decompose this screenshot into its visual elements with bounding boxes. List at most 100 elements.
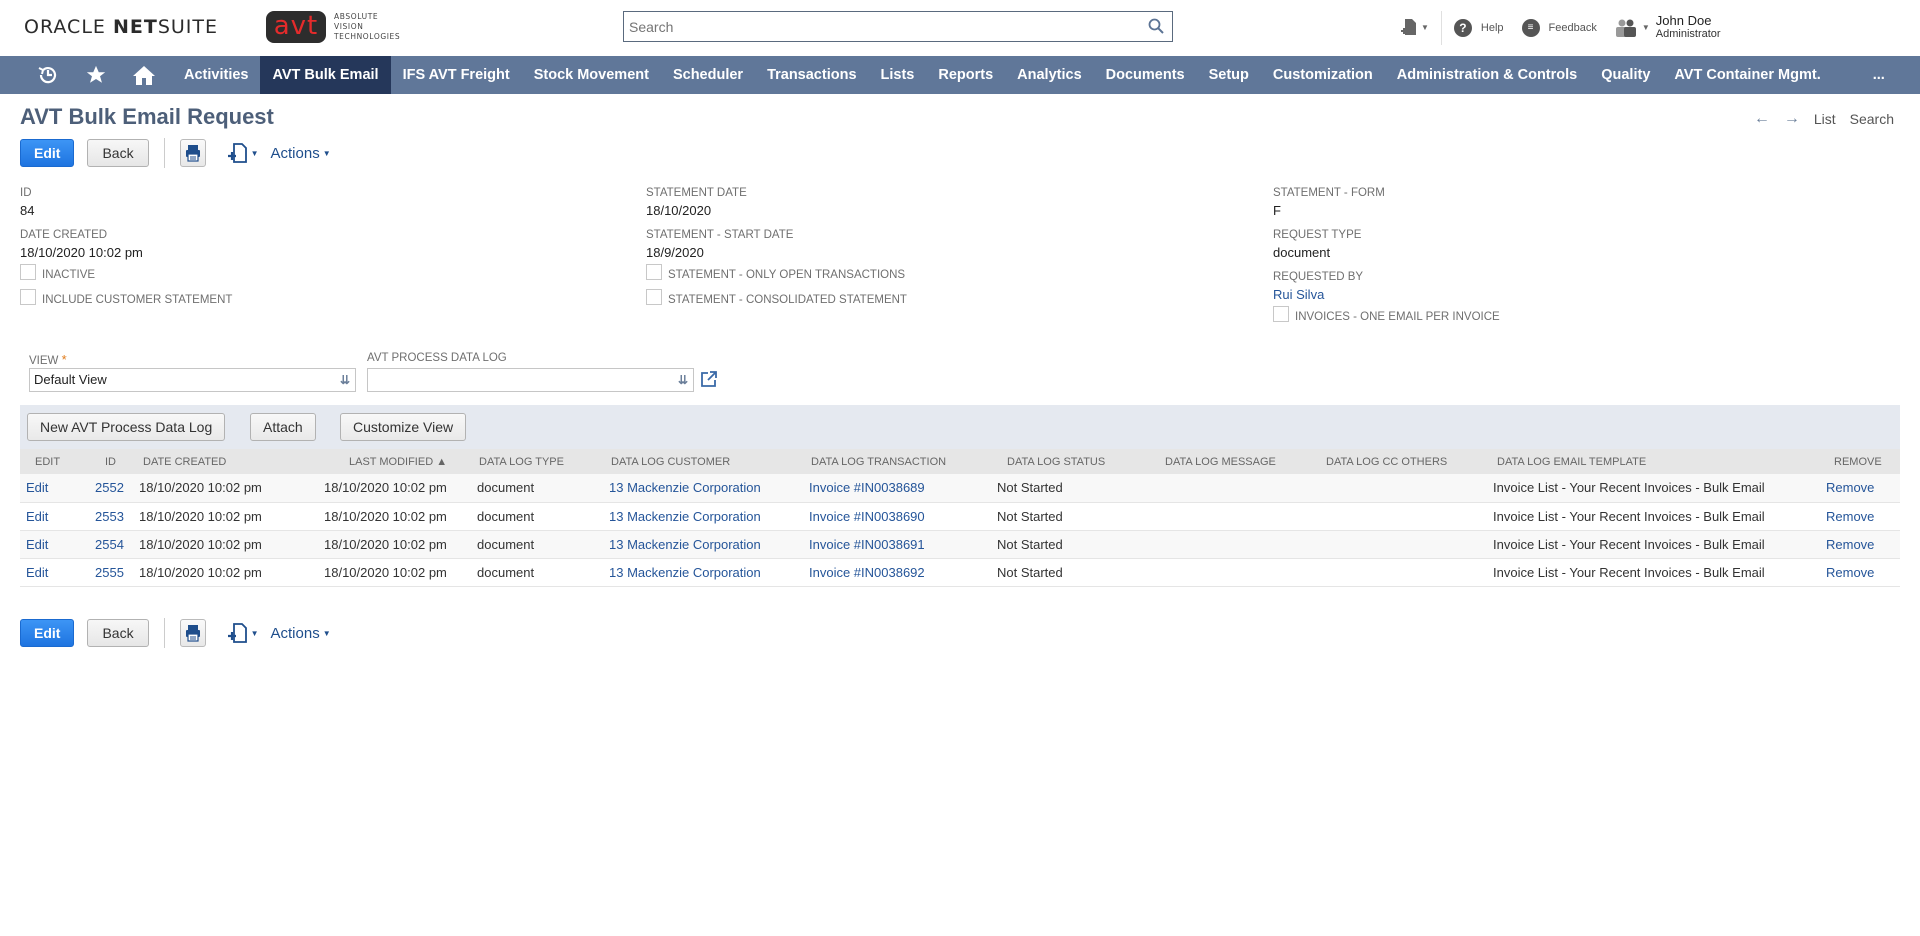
- nav-item-reports[interactable]: Reports: [926, 56, 1005, 94]
- oracle-netsuite-logo[interactable]: ORACLE NETSUITE: [24, 16, 218, 38]
- field-column-3: STATEMENT - FORM F REQUEST TYPE document…: [1273, 186, 1500, 332]
- row-email-template: Invoice List - Your Recent Invoices - Bu…: [1481, 530, 1826, 559]
- nav-item-quality[interactable]: Quality: [1589, 56, 1662, 94]
- row-id-link[interactable]: 2553: [95, 502, 136, 531]
- nav-item-scheduler[interactable]: Scheduler: [661, 56, 755, 94]
- row-remove-link[interactable]: Remove: [1826, 502, 1900, 531]
- back-button-bottom[interactable]: Back: [87, 619, 149, 647]
- help-button[interactable]: ? Help: [1453, 18, 1504, 37]
- nav-item-activities[interactable]: Activities: [172, 56, 260, 94]
- nav-item-analytics[interactable]: Analytics: [1005, 56, 1093, 94]
- nav-item-stock-movement[interactable]: Stock Movement: [522, 56, 661, 94]
- row-remove-link[interactable]: Remove: [1826, 530, 1900, 559]
- create-new-button[interactable]: ▼: [1400, 18, 1429, 38]
- nav-item-customization[interactable]: Customization: [1261, 56, 1385, 94]
- shortcuts-button[interactable]: [72, 56, 120, 94]
- caret-down-icon: ▼: [322, 628, 331, 638]
- new-avt-process-data-log-button[interactable]: New AVT Process Data Log: [27, 413, 226, 441]
- column-header-data-log-message[interactable]: DATA LOG MESSAGE: [1149, 449, 1309, 474]
- row-edit-link[interactable]: Edit: [20, 530, 95, 559]
- column-header-data-log-email-template[interactable]: DATA LOG EMAIL TEMPLATE: [1481, 449, 1826, 474]
- nav-item-avt-container-mgmt[interactable]: AVT Container Mgmt.: [1662, 56, 1832, 94]
- view-select[interactable]: Default View ⇊: [29, 368, 356, 392]
- row-transaction-link[interactable]: Invoice #IN0038689: [801, 474, 991, 503]
- row-customer-link[interactable]: 13 Mackenzie Corporation: [601, 502, 801, 531]
- attach-button[interactable]: Attach: [250, 413, 316, 441]
- nav-item-documents[interactable]: Documents: [1094, 56, 1197, 94]
- row-edit-link[interactable]: Edit: [20, 502, 95, 531]
- column-header-remove[interactable]: REMOVE: [1826, 449, 1900, 474]
- column-header-edit[interactable]: EDIT: [20, 449, 95, 474]
- new-document-button[interactable]: ▼: [227, 142, 259, 164]
- search-link[interactable]: Search: [1850, 111, 1894, 127]
- row-last-modified: 18/10/2020 10:02 pm: [304, 502, 469, 531]
- column-header-data-log-type[interactable]: DATA LOG TYPE: [469, 449, 601, 474]
- star-icon: [86, 65, 106, 83]
- edit-button-bottom[interactable]: Edit: [20, 619, 75, 647]
- one-email-per-invoice-checkbox[interactable]: [1273, 306, 1289, 322]
- inactive-checkbox[interactable]: [20, 264, 36, 280]
- next-record-icon[interactable]: →: [1784, 110, 1800, 128]
- nav-item-setup[interactable]: Setup: [1197, 56, 1261, 94]
- column-header-data-log-cc-others[interactable]: DATA LOG CC OTHERS: [1309, 449, 1481, 474]
- row-customer-link[interactable]: 13 Mackenzie Corporation: [601, 558, 801, 587]
- nav-item-transactions[interactable]: Transactions: [755, 56, 868, 94]
- row-customer-link[interactable]: 13 Mackenzie Corporation: [601, 474, 801, 503]
- avt-process-data-log-select[interactable]: ⇊: [367, 368, 694, 392]
- open-external-icon[interactable]: [700, 370, 718, 388]
- nav-item-ifs-avt-freight[interactable]: IFS AVT Freight: [391, 56, 522, 94]
- include-customer-statement-checkbox[interactable]: [20, 289, 36, 305]
- column-header-last-modified[interactable]: LAST MODIFIED ▲: [304, 449, 469, 474]
- row-edit-link[interactable]: Edit: [20, 558, 95, 587]
- actions-menu[interactable]: Actions ▼: [271, 145, 331, 162]
- row-remove-link[interactable]: Remove: [1826, 558, 1900, 587]
- row-id-link[interactable]: 2554: [95, 530, 136, 559]
- row-remove-link[interactable]: Remove: [1826, 474, 1900, 503]
- previous-record-icon[interactable]: ←: [1754, 110, 1770, 128]
- row-data-log-type: document: [469, 530, 601, 559]
- column-header-date-created[interactable]: DATE CREATED: [136, 449, 304, 474]
- search-icon[interactable]: [1148, 18, 1164, 34]
- print-button[interactable]: [179, 139, 206, 167]
- row-transaction-link[interactable]: Invoice #IN0038690: [801, 502, 991, 531]
- nav-item-lists[interactable]: Lists: [869, 56, 927, 94]
- home-button[interactable]: [120, 56, 168, 94]
- new-document-button-bottom[interactable]: ▼: [227, 622, 259, 644]
- user-menu-button[interactable]: ▼: [1615, 18, 1650, 38]
- column-header-data-log-transaction[interactable]: DATA LOG TRANSACTION: [801, 449, 991, 474]
- row-transaction-link[interactable]: Invoice #IN0038691: [801, 530, 991, 559]
- row-date-created: 18/10/2020 10:02 pm: [136, 474, 304, 503]
- row-id-link[interactable]: 2552: [95, 474, 136, 503]
- back-button[interactable]: Back: [87, 139, 149, 167]
- global-search-input[interactable]: [624, 12, 1124, 41]
- feedback-button[interactable]: ≡ Feedback: [1521, 18, 1597, 37]
- consolidated-statement-checkbox[interactable]: [646, 289, 662, 305]
- table-row: Edit 2552 18/10/2020 10:02 pm 18/10/2020…: [20, 474, 1900, 503]
- recent-records-button[interactable]: [24, 56, 72, 94]
- row-transaction-link[interactable]: Invoice #IN0038692: [801, 558, 991, 587]
- field-column-1: ID 84 DATE CREATED 18/10/2020 10:02 pm I…: [20, 186, 232, 315]
- row-data-log-type: document: [469, 474, 601, 503]
- column-header-id[interactable]: ID: [95, 449, 136, 474]
- list-link[interactable]: List: [1814, 111, 1836, 127]
- only-open-transactions-checkbox[interactable]: [646, 264, 662, 280]
- nav-item-administration-controls[interactable]: Administration & Controls: [1385, 56, 1589, 94]
- row-edit-link[interactable]: Edit: [20, 474, 95, 503]
- row-customer-link[interactable]: 13 Mackenzie Corporation: [601, 530, 801, 559]
- nav-more-button[interactable]: ...: [1861, 56, 1897, 94]
- column-header-data-log-status[interactable]: DATA LOG STATUS: [991, 449, 1149, 474]
- row-message: [1149, 502, 1309, 531]
- requested-by-link[interactable]: Rui Silva: [1273, 287, 1500, 303]
- user-info[interactable]: John Doe Administrator: [1656, 14, 1721, 41]
- column-header-data-log-customer[interactable]: DATA LOG CUSTOMER: [601, 449, 801, 474]
- edit-button[interactable]: Edit: [20, 139, 75, 167]
- table-row: Edit 2555 18/10/2020 10:02 pm 18/10/2020…: [20, 558, 1900, 587]
- row-id-link[interactable]: 2555: [95, 558, 136, 587]
- print-button-bottom[interactable]: [179, 619, 206, 647]
- double-chevron-down-icon: ⇊: [339, 373, 350, 387]
- customize-view-button[interactable]: Customize View: [340, 413, 467, 441]
- row-status: Not Started: [991, 502, 1149, 531]
- nav-item-avt-bulk-email[interactable]: AVT Bulk Email: [260, 56, 391, 94]
- top-header: ORACLE NETSUITE avt ABSOLUTE VISION TECH…: [0, 0, 1920, 55]
- actions-menu-bottom[interactable]: Actions ▼: [271, 625, 331, 642]
